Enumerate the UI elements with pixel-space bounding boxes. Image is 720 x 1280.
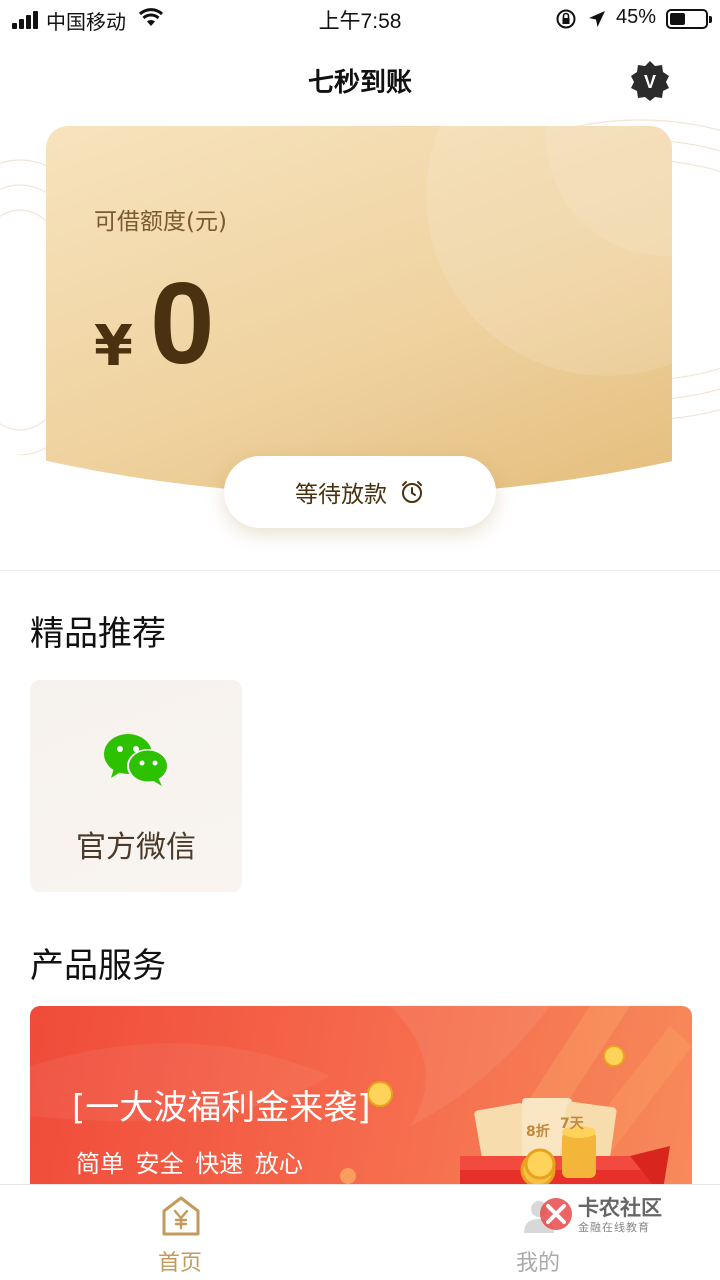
ticket-days-label: 7天 bbox=[560, 1116, 585, 1132]
home-yen-icon bbox=[162, 1196, 200, 1236]
tab-home-label: 首页 bbox=[157, 1251, 202, 1276]
credit-hero: 可借额度(元) ¥ 0 等待放款 bbox=[0, 110, 720, 570]
official-wechat-card[interactable]: 官方微信 bbox=[30, 680, 242, 892]
location-arrow-icon bbox=[589, 11, 605, 27]
tab-home[interactable]: 首页 bbox=[80, 1185, 280, 1280]
status-time: 上午7:58 bbox=[318, 10, 402, 33]
battery-icon bbox=[666, 9, 712, 29]
currency-symbol: ¥ bbox=[94, 314, 133, 379]
watermark-subtitle: 金融在线教育 bbox=[578, 1221, 650, 1234]
rotation-lock-icon bbox=[556, 9, 576, 29]
vip-letter: V bbox=[644, 72, 656, 92]
alarm-clock-icon bbox=[402, 481, 422, 503]
credit-limit-label: 可借额度(元) bbox=[94, 209, 227, 235]
wechat-icon bbox=[104, 734, 169, 786]
kanong-logo-icon bbox=[540, 1198, 572, 1230]
discount-ticket-labels: 8折 7天 bbox=[526, 1116, 585, 1140]
services-section-title: 产品服务 bbox=[30, 946, 166, 986]
recommend-section-title: 精品推荐 bbox=[30, 614, 166, 654]
kanong-watermark: 卡农社区 金融在线教育 bbox=[520, 1192, 670, 1236]
credit-amount: 0 bbox=[150, 258, 215, 388]
status-bar: 中国移动 上午7:58 45% bbox=[0, 0, 720, 40]
battery-percent: 45% bbox=[616, 6, 657, 28]
watermark-name: 卡农社区 bbox=[578, 1196, 662, 1220]
waiting-disbursement-label: 等待放款 bbox=[295, 482, 387, 508]
page-title: 七秒到账 bbox=[307, 68, 412, 98]
banner-subtitle: 简单 安全 快速 放心 bbox=[76, 1150, 303, 1178]
vip-badge-icon[interactable]: V bbox=[628, 59, 672, 103]
section-divider bbox=[0, 570, 720, 571]
battery-fill bbox=[670, 13, 685, 25]
welfare-promo-banner[interactable]: 8折 7天 [一大波福利金来袭] 简单 安全 快速 放心 bbox=[30, 1006, 692, 1206]
official-wechat-label: 官方微信 bbox=[76, 830, 196, 865]
ticket-discount-label: 8折 bbox=[526, 1123, 550, 1140]
tab-mine-label: 我的 bbox=[515, 1251, 560, 1276]
banner-title: [一大波福利金来袭] bbox=[72, 1088, 371, 1128]
waiting-disbursement-button[interactable]: 等待放款 bbox=[224, 456, 496, 528]
